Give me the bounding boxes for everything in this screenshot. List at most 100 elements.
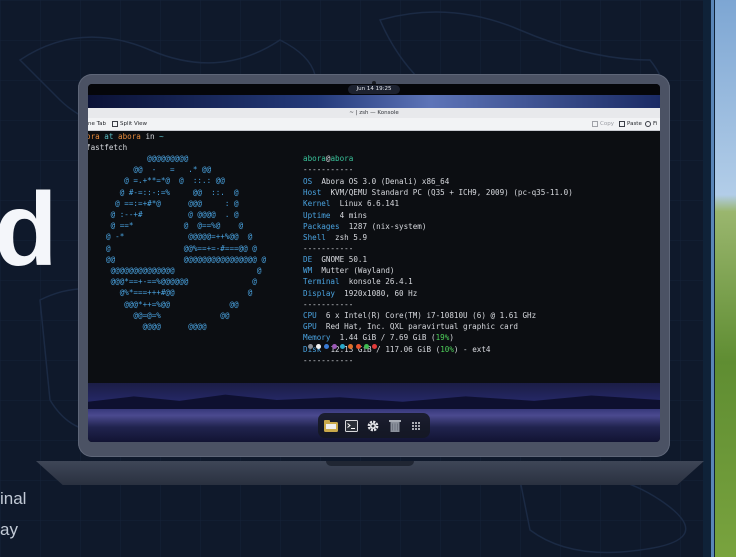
info-value: 6 x Intel(R) Core(TM) i7-10810U (6) @ 1.…	[325, 311, 537, 320]
info-value: KVM/QEMU Standard PC (Q35 + ICH9, 2009) …	[330, 188, 573, 198]
info-value: Red Hat, Inc. QXL paravirtual graphic ca…	[325, 322, 518, 332]
info-row: Terminal konsole 26.4.1	[303, 276, 413, 287]
info-row: Memory 1.44 GiB / 7.69 GiB (19%)	[303, 332, 454, 343]
prompt-dir: ~	[159, 132, 164, 141]
info-label: WM	[303, 266, 313, 276]
trash-icon[interactable]	[387, 418, 402, 433]
new-tab-button[interactable]: ne Tab	[88, 119, 106, 129]
info-value: 1920x1080, 60 Hz	[344, 288, 418, 298]
new-tab-label: ne Tab	[88, 121, 106, 127]
info-label: Terminal	[303, 277, 340, 287]
copy-label: Copy	[600, 121, 614, 127]
info-percent: 19%	[435, 333, 450, 343]
files-icon[interactable]	[323, 418, 338, 433]
ascii-logo-line: @@ - = .* @@	[106, 165, 212, 175]
ascii-logo-line: @%*===+++#@@ @	[106, 288, 253, 298]
info-value-suffix: ) - ext4	[453, 344, 491, 354]
info-label: CPU	[303, 311, 317, 320]
settings-gear-icon[interactable]	[365, 418, 380, 433]
info-value: 4 mins	[339, 210, 368, 220]
info-row: CPU 6 x Intel(R) Core(TM) i7-10810U (6) …	[303, 310, 536, 321]
find-label: Fi	[653, 121, 658, 127]
info-row: Packages 1287 (nix-system)	[303, 221, 426, 232]
split-view-button[interactable]: Split View	[112, 119, 147, 129]
info-row: Shell zsh 5.9	[303, 232, 367, 243]
info-row: OS Abora OS 3.0 (Denali) x86_64	[303, 176, 449, 187]
adjacent-window-strip	[703, 0, 736, 557]
fetch-user: abora	[303, 154, 326, 163]
laptop-screen-bezel: Jun 14 19:25 ~ | zsh — Konsole ne Tab Sp…	[78, 74, 670, 457]
ascii-logo-line: @@@*++=%@@ @@	[106, 299, 239, 309]
prompt-at: at	[99, 132, 119, 141]
info-label: OS	[303, 177, 313, 186]
paste-label: Paste	[627, 121, 642, 127]
separator-line: -----------	[303, 300, 354, 309]
terminal-icon[interactable]	[344, 418, 359, 433]
info-row: DE GNOME 50.1	[303, 254, 367, 265]
copy-icon	[592, 120, 598, 127]
ascii-logo-line: @ #-=::-:=% @@ ::. @	[106, 187, 239, 197]
hero-heading-fragment: d	[0, 172, 58, 288]
prompt-line: ora at abora in ~	[88, 131, 164, 142]
info-label: Host	[303, 188, 322, 198]
split-view-icon	[112, 120, 118, 127]
palette-swatch	[340, 344, 345, 349]
info-percent: 10%	[440, 344, 454, 354]
paste-button[interactable]: Paste	[619, 119, 642, 129]
ascii-logo-line: @@=@=% @@	[106, 310, 230, 320]
ascii-logo-line: @@ @@@@@@@@@@@@@@@@ @	[106, 254, 267, 264]
info-value: 1.44 GiB / 7.69 GiB (	[339, 333, 436, 343]
ascii-logo-line: @@@*==+-==%@@@@@@ @	[106, 277, 257, 287]
info-value: Abora OS 3.0 (Denali) x86_64	[321, 177, 450, 186]
wallpaper-strip	[88, 95, 660, 108]
info-row: Kernel Linux 6.6.141	[303, 198, 399, 209]
ascii-logo-line: @ @@%==+=-#===@@ @	[106, 243, 257, 253]
ascii-logo-line: @@@@@@@@@@@@@@ @	[106, 266, 262, 275]
info-row: Uptime 4 mins	[303, 210, 367, 221]
laptop-screen: Jun 14 19:25 ~ | zsh — Konsole ne Tab Sp…	[88, 84, 660, 442]
laptop-notch	[326, 461, 414, 466]
find-button[interactable]: Fi	[645, 119, 657, 129]
palette-swatch	[348, 344, 353, 349]
info-value: Linux 6.6.141	[339, 199, 400, 209]
top-bar-clock[interactable]: Jun 14 19:25	[348, 85, 400, 94]
dash-dock	[318, 413, 430, 438]
split-view-label: Split View	[120, 121, 147, 127]
laptop-base	[36, 461, 704, 485]
terminal-output[interactable]: ora at abora in ~ fastfetch @@@@@@@@@ @@…	[88, 131, 660, 383]
info-value: konsole 26.4.1	[348, 277, 413, 287]
copy-button[interactable]: Copy	[592, 119, 614, 129]
info-label: Uptime	[303, 210, 331, 220]
prompt-user: ora	[88, 132, 100, 141]
info-label: Memory	[303, 333, 331, 343]
adjacent-window-frame	[711, 0, 714, 557]
info-value: 1287 (nix-system)	[348, 221, 427, 231]
window-title: ~ | zsh — Konsole	[349, 110, 399, 116]
paste-icon	[619, 120, 625, 127]
info-label: Shell	[303, 233, 326, 242]
fetch-host: abora	[330, 154, 354, 163]
app-grid-icon[interactable]	[408, 418, 423, 433]
prompt-host: abora	[118, 132, 141, 141]
info-label: Kernel	[303, 199, 331, 209]
ascii-logo-line: @ :--+# @ @@@@ . @	[106, 210, 239, 219]
palette-swatch	[356, 344, 361, 349]
search-icon	[645, 120, 651, 127]
palette-swatch	[372, 344, 377, 349]
info-row: WM Mutter (Wayland)	[303, 265, 394, 276]
gnome-top-bar: Jun 14 19:25	[88, 84, 660, 95]
info-value: Mutter (Wayland)	[321, 266, 395, 276]
separator-line: -----------	[303, 165, 354, 174]
user-host-line: abora@abora	[303, 153, 353, 164]
info-label: DE	[303, 255, 313, 264]
info-label: GPU	[303, 322, 317, 332]
separator-line: -----------	[303, 356, 354, 365]
command-line: fastfetch	[88, 143, 128, 152]
prompt-in: in	[140, 132, 160, 141]
konsole-titlebar[interactable]: ~ | zsh — Konsole	[88, 108, 660, 118]
info-label: Packages	[303, 221, 340, 231]
hero-text-line-1: inal	[0, 489, 27, 508]
palette-swatch	[332, 344, 337, 349]
hero-text-line-2: ay	[0, 520, 18, 539]
ascii-logo-line: @@@@ @@@@	[106, 322, 207, 331]
